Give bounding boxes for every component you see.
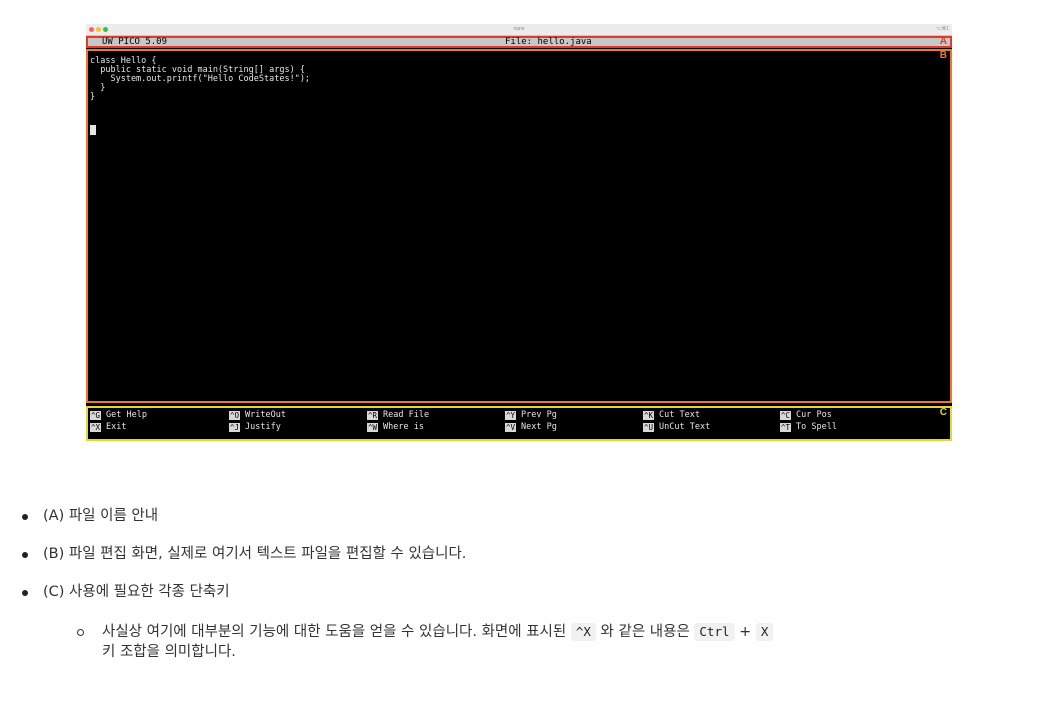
bullet-dot — [22, 514, 28, 520]
annotation-marker-b: B — [939, 50, 947, 61]
shortcut-cur-pos[interactable]: ^C Cur Pos — [780, 411, 832, 421]
note-b: (B) 파일 편집 화면, 실제로 여기서 텍스트 파일을 편집할 수 있습니다… — [43, 546, 467, 562]
code-text[interactable]: class Hello { public static void main(St… — [90, 57, 310, 102]
shortcut-key: ^C — [780, 411, 792, 420]
annotation-marker-c: C — [939, 407, 947, 418]
shortcut-uncut-text[interactable]: ^U UnCut Text — [643, 423, 710, 433]
shortcut-key: ^J — [229, 423, 241, 432]
window-shortcut: ⌥⌘1 — [935, 26, 949, 32]
note-a: (A) 파일 이름 안내 — [43, 508, 159, 524]
shortcut-bar: ^G Get Help ^O WriteOut ^R Read File ^Y Prev… — [86, 406, 952, 441]
inline-code-x: X — [755, 623, 774, 641]
shortcut-label: UnCut Text — [659, 422, 711, 432]
shortcut-key: ^Y — [505, 411, 517, 420]
file-name: File: hello.java — [505, 37, 592, 47]
shortcut-key: ^T — [780, 423, 792, 432]
shortcut-next-page[interactable]: ^V Next Pg — [505, 423, 557, 433]
shortcut-key: ^R — [367, 411, 379, 420]
note-c-detail-text: 키 조합을 의미합니다. — [102, 644, 236, 660]
shortcut-justify[interactable]: ^J Justify — [229, 423, 281, 433]
shortcut-label: Exit — [106, 422, 127, 432]
shortcut-label: Justify — [245, 422, 281, 432]
terminal-window: nano ⌥⌘1 UW PICO 5.09 File: hello.java A… — [86, 24, 952, 441]
bullet-dot — [22, 590, 28, 596]
inline-code-caret-x: ^X — [570, 623, 596, 641]
shortcut-key: ^G — [90, 411, 102, 420]
shortcut-prev-page[interactable]: ^Y Prev Pg — [505, 411, 557, 421]
note-c-detail-text: 와 같은 내용은 — [600, 624, 690, 640]
annotation-marker-a: A — [939, 36, 947, 47]
bullet-dot — [22, 552, 28, 558]
shortcut-label: To Spell — [796, 422, 837, 432]
note-c-detail-text: 사실상 여기에 대부분의 기능에 대한 도움을 얻을 수 있습니다. 화면에 표… — [102, 624, 567, 640]
app-version: UW PICO 5.09 — [102, 37, 168, 47]
sub-bullet-circle — [77, 629, 84, 636]
shortcut-label: Read File — [383, 410, 430, 420]
shortcut-to-spell[interactable]: ^T To Spell — [780, 423, 837, 433]
shortcut-label: Where is — [383, 422, 424, 432]
shortcut-key: ^K — [643, 411, 655, 420]
shortcut-label: WriteOut — [245, 410, 286, 420]
shortcut-exit[interactable]: ^X Exit — [90, 423, 127, 433]
shortcut-label: Prev Pg — [521, 410, 557, 420]
shortcut-key: ^V — [505, 423, 517, 432]
shortcut-label: Cut Text — [659, 410, 700, 420]
shortcut-label: Get Help — [106, 410, 147, 420]
shortcut-label: Next Pg — [521, 422, 557, 432]
shortcut-key: ^W — [367, 423, 379, 432]
inline-code-ctrl: Ctrl — [694, 623, 735, 641]
shortcut-key: ^O — [229, 411, 241, 420]
editor-area[interactable]: class Hello { public static void main(St… — [86, 49, 952, 403]
window-titlebar: nano ⌥⌘1 — [86, 24, 952, 36]
shortcut-writeout[interactable]: ^O WriteOut — [229, 411, 286, 421]
note-c: (C) 사용에 필요한 각종 단축키 — [43, 584, 230, 600]
shortcut-where-is[interactable]: ^W Where is — [367, 423, 424, 433]
shortcut-read-file[interactable]: ^R Read File — [367, 411, 429, 421]
shortcut-get-help[interactable]: ^G Get Help — [90, 411, 147, 421]
note-c-detail: 사실상 여기에 대부분의 기능에 대한 도움을 얻을 수 있습니다. 화면에 표… — [102, 622, 1037, 662]
shortcut-cut-text[interactable]: ^K Cut Text — [643, 411, 700, 421]
shortcut-key: ^U — [643, 423, 655, 432]
nano-header-bar: UW PICO 5.09 File: hello.java A — [86, 36, 952, 48]
plus-sign: + — [739, 624, 752, 640]
shortcut-key: ^X — [90, 423, 102, 432]
text-cursor — [90, 125, 96, 135]
shortcut-label: Cur Pos — [796, 410, 832, 420]
window-title: nano — [513, 26, 525, 32]
